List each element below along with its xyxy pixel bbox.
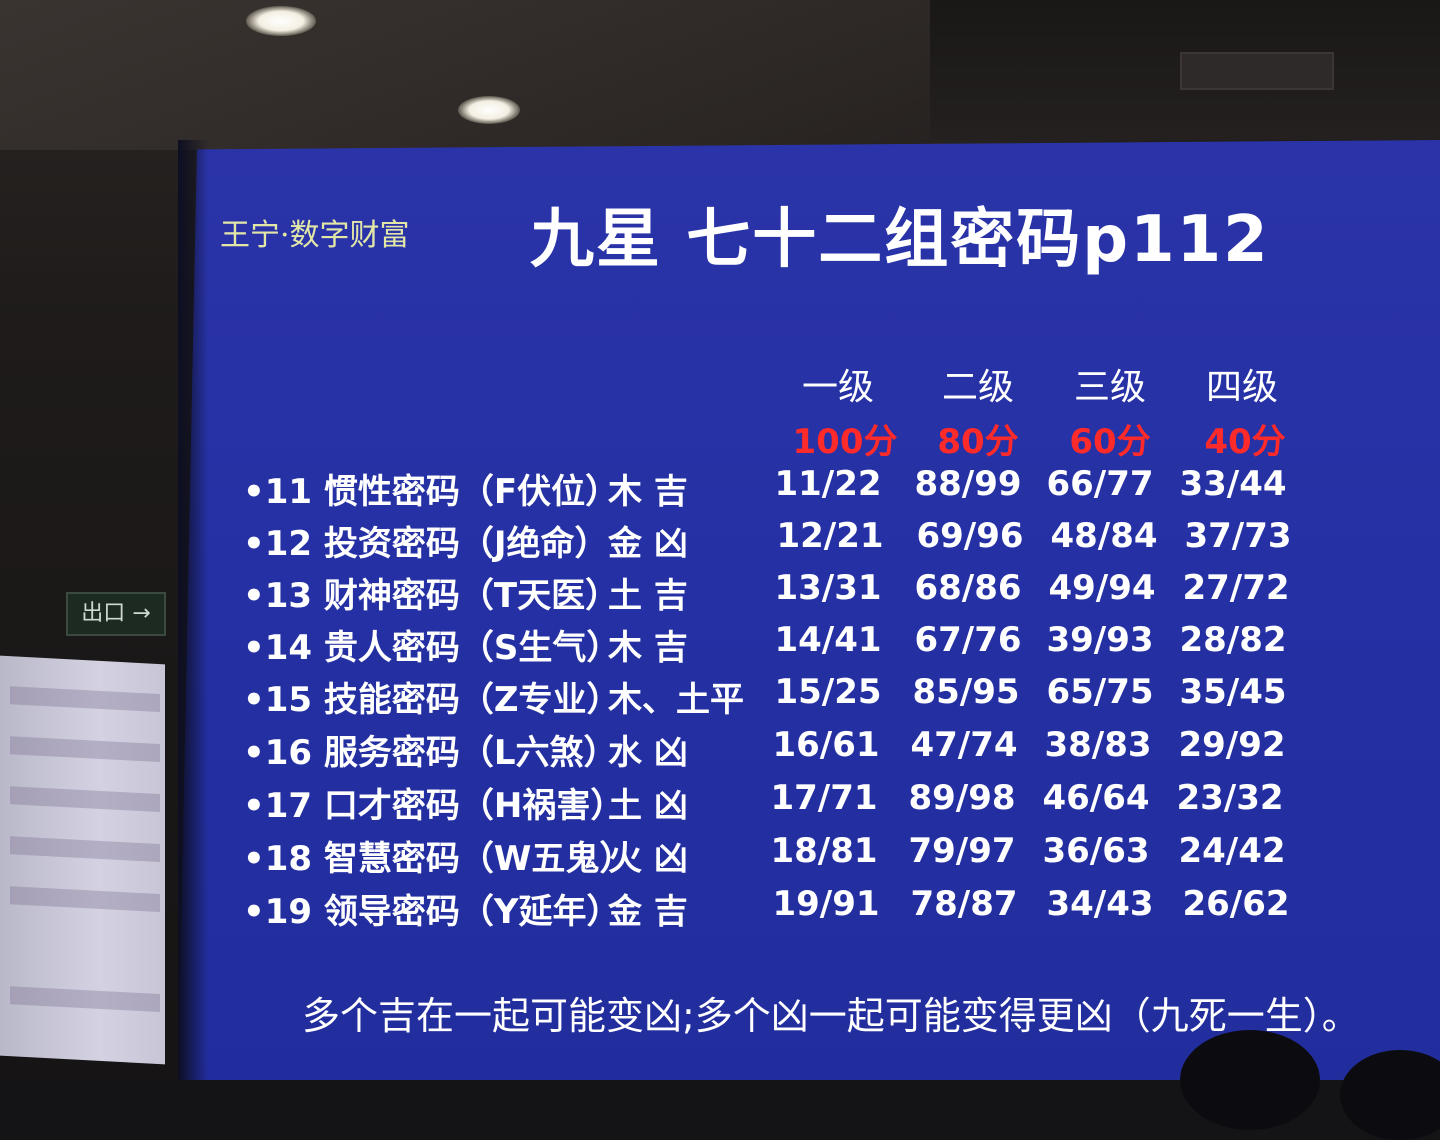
column-header-level-2: 二级 [941, 367, 1014, 408]
row-name: •14 贵人密码（S生气） [243, 628, 621, 668]
row-element: 金 凶 [608, 524, 688, 564]
table-row: •12 投资密码（J绝命） 金 凶 12/21 69/96 48/84 37/7… [243, 516, 1343, 568]
screen-bezel [178, 140, 208, 1080]
ghost-text-line [10, 736, 160, 763]
table-row: •16 服务密码（L六煞） 水 凶 16/61 47/74 38/83 29/9… [243, 725, 1343, 777]
row-value: 33/44 [1179, 464, 1287, 504]
row-value: 16/61 [772, 725, 880, 765]
row-element: 木 吉 [608, 628, 688, 668]
row-value: 24/42 [1178, 831, 1286, 871]
column-score-1: 100分 [792, 422, 898, 462]
slide-title: 九星 七十二组密码p112 [530, 203, 1270, 277]
column-score-3: 60分 [1069, 422, 1151, 462]
row-element: 土 凶 [608, 786, 688, 826]
exit-sign: 出口 → [66, 592, 166, 636]
ghost-text-line [10, 786, 160, 813]
ghost-text-line [10, 986, 160, 1013]
row-value: 49/94 [1048, 568, 1156, 608]
row-value: 18/81 [770, 831, 878, 871]
row-value: 89/98 [908, 778, 1016, 818]
row-value: 67/76 [914, 620, 1022, 660]
ceiling-light-left [246, 6, 316, 36]
table-row: •18 智慧密码（W五鬼） 火 凶 18/81 79/97 36/63 24/4… [243, 831, 1343, 883]
side-screen [0, 655, 165, 1065]
row-value: 69/96 [916, 516, 1024, 556]
ghost-text-line [10, 836, 160, 863]
row-value: 26/62 [1182, 884, 1290, 924]
row-value: 17/71 [770, 778, 878, 818]
row-value: 23/32 [1176, 778, 1284, 818]
air-vent [1180, 52, 1334, 90]
row-name: •18 智慧密码（W五鬼） [243, 839, 634, 879]
audience-head [1180, 1030, 1320, 1130]
row-value: 29/92 [1178, 725, 1286, 765]
row-value: 38/83 [1044, 725, 1152, 765]
row-value: 19/91 [772, 884, 880, 924]
row-value: 85/95 [912, 672, 1020, 712]
row-value: 48/84 [1050, 516, 1158, 556]
row-name: •12 投资密码（J绝命） [243, 524, 609, 564]
ghost-text-line [10, 886, 160, 913]
row-value: 13/31 [774, 568, 882, 608]
audience-head [1340, 1050, 1440, 1140]
row-element: 木 吉 [608, 472, 688, 512]
table-row: •17 口才密码（H祸害） 土 凶 17/71 89/98 46/64 23/3… [243, 778, 1343, 830]
table-row: •19 领导密码（Y延年） 金 吉 19/91 78/87 34/43 26/6… [243, 884, 1343, 936]
room-background: 出口 → 王宁·数字财富 九星 七十二组密码p112 一级 二级 三级 四级 1… [0, 0, 1440, 1140]
column-header-level-3: 三级 [1073, 367, 1146, 408]
table-row: •14 贵人密码（S生气） 木 吉 14/41 67/76 39/93 28/8… [243, 620, 1343, 672]
table-row: •15 技能密码（Z专业） 木、土平 15/25 85/95 65/75 35/… [243, 672, 1343, 724]
row-value: 47/74 [910, 725, 1018, 765]
ceiling-light-center [458, 96, 520, 124]
row-element: 水 凶 [608, 733, 688, 773]
table-row: •11 惯性密码（F伏位） 木 吉 11/22 88/99 66/77 33/4… [243, 464, 1343, 516]
row-value: 68/86 [914, 568, 1022, 608]
row-value: 37/73 [1184, 516, 1292, 556]
row-value: 66/77 [1046, 464, 1154, 504]
row-value: 11/22 [774, 464, 882, 504]
row-value: 15/25 [774, 672, 882, 712]
row-value: 34/43 [1046, 884, 1154, 924]
row-value: 46/64 [1042, 778, 1150, 818]
row-value: 27/72 [1182, 568, 1290, 608]
table-row: •13 财神密码（T天医） 土 吉 13/31 68/86 49/94 27/7… [243, 568, 1343, 620]
row-element: 金 吉 [608, 892, 688, 932]
footer-note: 多个吉在一起可能变凶;多个凶一起可能变得更凶（九死一生）。 [302, 994, 1360, 1038]
row-value: 88/99 [914, 464, 1022, 504]
row-element: 火 凶 [608, 839, 688, 879]
brand-label: 王宁·数字财富 [220, 218, 410, 253]
row-value: 28/82 [1179, 620, 1287, 660]
row-value: 12/21 [776, 516, 884, 556]
row-value: 35/45 [1179, 672, 1287, 712]
row-name: •19 领导密码（Y延年） [243, 892, 621, 932]
row-value: 65/75 [1046, 672, 1154, 712]
row-name: •15 技能密码（Z专业） [243, 680, 621, 720]
column-score-4: 40分 [1204, 422, 1286, 462]
row-name: •11 惯性密码（F伏位） [243, 472, 620, 512]
column-header-level-1: 一级 [801, 367, 874, 408]
row-element: 土 吉 [608, 576, 688, 616]
row-value: 39/93 [1046, 620, 1154, 660]
column-header-level-4: 四级 [1205, 367, 1278, 408]
row-value: 79/97 [908, 831, 1016, 871]
column-score-2: 80分 [937, 422, 1019, 462]
row-value: 14/41 [774, 620, 882, 660]
row-value: 36/63 [1042, 831, 1150, 871]
row-name: •16 服务密码（L六煞） [243, 733, 618, 773]
row-element: 木、土平 [608, 680, 744, 720]
row-value: 78/87 [910, 884, 1018, 924]
row-name: •17 口才密码（H祸害） [243, 786, 625, 826]
ghost-text-line [10, 686, 160, 713]
row-name: •13 财神密码（T天医） [243, 576, 620, 616]
